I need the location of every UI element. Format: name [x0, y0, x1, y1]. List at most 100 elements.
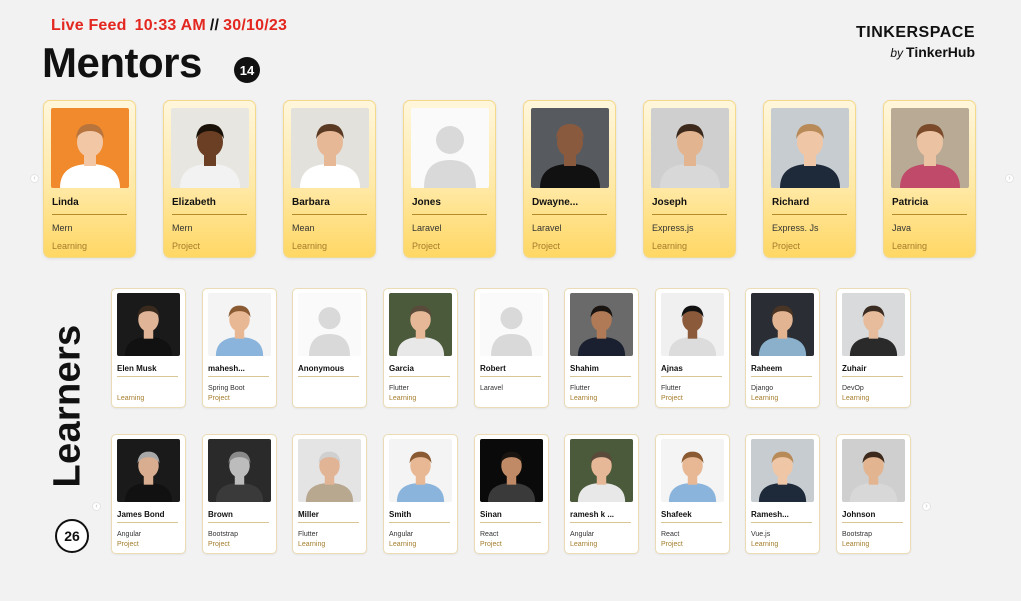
mentor-name: Barbara — [292, 197, 330, 208]
learner-mode: Learning — [842, 395, 870, 402]
mentor-divider — [892, 214, 967, 215]
learner-name: Robert — [480, 364, 506, 373]
mentor-stack: Mern — [172, 223, 193, 233]
learner-photo — [480, 293, 543, 356]
brand-subtitle: by TinkerHub — [856, 44, 975, 60]
learner-prev-arrow[interactable]: ‹ — [92, 502, 101, 511]
learner-mode: Learning — [570, 395, 598, 402]
learner-name: mahesh... — [208, 364, 245, 373]
learner-stack: React — [480, 531, 499, 538]
mentor-card[interactable]: Richard Express. Js Project — [763, 100, 856, 258]
learner-card[interactable]: Smith Angular Learning — [383, 434, 458, 554]
learner-card[interactable]: James Bond Angular Project — [111, 434, 186, 554]
live-feed-header: Live Feed 10:33 AM//30/10/23 — [51, 17, 287, 35]
learner-mode: Project — [480, 541, 502, 548]
learner-mode: Project — [208, 541, 230, 548]
mentor-card[interactable]: Barbara Mean Learning — [283, 100, 376, 258]
learner-stack: Flutter — [570, 385, 590, 392]
mentor-divider — [292, 214, 367, 215]
learner-photo — [389, 439, 452, 502]
mentor-name: Jones — [412, 197, 441, 208]
learner-divider — [480, 376, 541, 377]
learner-divider — [751, 376, 812, 377]
learner-photo — [661, 293, 724, 356]
learner-stack: Flutter — [389, 385, 409, 392]
learner-photo — [842, 293, 905, 356]
mentors-count-badge: 14 — [234, 57, 260, 83]
learners-count-badge: 26 — [55, 519, 89, 553]
learner-mode: Project — [661, 395, 683, 402]
mentor-next-arrow[interactable]: › — [1005, 174, 1014, 183]
learner-card[interactable]: Sinan React Project — [474, 434, 549, 554]
mentor-photo — [651, 108, 729, 188]
learner-divider — [842, 522, 903, 523]
learner-card[interactable]: Elen Musk Learning — [111, 288, 186, 408]
mentor-stack: Laravel — [532, 223, 562, 233]
mentor-photo — [51, 108, 129, 188]
mentor-card[interactable]: Jones Laravel Project — [403, 100, 496, 258]
mentor-mode: Project — [772, 241, 801, 251]
mentor-photo — [411, 108, 489, 188]
learner-card[interactable]: Anonymous — [292, 288, 367, 408]
learner-stack: Django — [751, 385, 774, 392]
mentor-divider — [652, 214, 727, 215]
learner-card[interactable]: Raheem Django Learning — [745, 288, 820, 408]
mentor-stack: Java — [892, 223, 912, 233]
mentor-card[interactable]: Elizabeth Mern Project — [163, 100, 256, 258]
learner-photo — [570, 439, 633, 502]
learner-name: Shafeek — [661, 510, 692, 519]
learner-photo — [208, 293, 271, 356]
mentor-stack: Mean — [292, 223, 315, 233]
learner-card[interactable]: Miller Flutter Learning — [292, 434, 367, 554]
learner-photo — [480, 439, 543, 502]
learner-card[interactable]: Zuhair DevOp Learning — [836, 288, 911, 408]
brand-hub: TinkerHub — [906, 44, 975, 60]
learner-stack: Angular — [389, 531, 414, 538]
learner-stack: Angular — [117, 531, 142, 538]
mentor-card[interactable]: Dwayne... Laravel Project — [523, 100, 616, 258]
mentor-prev-arrow[interactable]: ‹ — [30, 174, 39, 183]
learner-divider — [751, 522, 812, 523]
learner-mode: Learning — [570, 541, 598, 548]
mentor-stack: Mern — [52, 223, 73, 233]
mentor-name: Patricia — [892, 197, 929, 208]
mentor-card[interactable]: Linda Mern Learning — [43, 100, 136, 258]
learner-card[interactable]: mahesh... Spring Boot Project — [202, 288, 277, 408]
learner-mode: Learning — [389, 395, 417, 402]
mentor-mode: Learning — [52, 241, 88, 251]
chevron-left-icon: ‹ — [33, 175, 36, 182]
learner-card[interactable]: Brown Bootstrap Project — [202, 434, 277, 554]
learner-card[interactable]: Johnson Bootstrap Learning — [836, 434, 911, 554]
learner-card[interactable]: Shahim Flutter Learning — [564, 288, 639, 408]
learner-photo — [117, 293, 180, 356]
mentor-card[interactable]: Patricia Java Learning — [883, 100, 976, 258]
learner-photo — [298, 293, 361, 356]
learner-card[interactable]: Shafeek React Project — [655, 434, 730, 554]
learner-divider — [661, 522, 722, 523]
brand-by: by — [890, 46, 904, 60]
mentor-card[interactable]: Joseph Express.js Learning — [643, 100, 736, 258]
learner-card[interactable]: Robert Laravel — [474, 288, 549, 408]
learner-divider — [298, 522, 359, 523]
learner-photo — [751, 439, 814, 502]
learner-name: Elen Musk — [117, 364, 157, 373]
learner-card[interactable]: Ramesh... Vue.js Learning — [745, 434, 820, 554]
mentor-name: Elizabeth — [172, 197, 216, 208]
learner-photo — [117, 439, 180, 502]
learner-stack: Bootstrap — [208, 531, 238, 538]
learner-card[interactable]: Garcia Flutter Learning — [383, 288, 458, 408]
learner-divider — [117, 376, 178, 377]
mentor-mode: Learning — [292, 241, 328, 251]
live-feed-time: 10:33 AM — [134, 17, 206, 34]
mentor-stack: Laravel — [412, 223, 442, 233]
learner-card[interactable]: ramesh k ... Angular Learning — [564, 434, 639, 554]
learner-stack: Laravel — [480, 385, 503, 392]
learner-stack: Vue.js — [751, 531, 771, 538]
learner-name: Smith — [389, 510, 412, 519]
chevron-left-icon: ‹ — [95, 503, 98, 510]
learner-name: Raheem — [751, 364, 783, 373]
learner-mode: Project — [208, 395, 230, 402]
learner-name: Ramesh... — [751, 510, 789, 519]
learner-next-arrow[interactable]: › — [922, 502, 931, 511]
learner-card[interactable]: Ajnas Flutter Project — [655, 288, 730, 408]
